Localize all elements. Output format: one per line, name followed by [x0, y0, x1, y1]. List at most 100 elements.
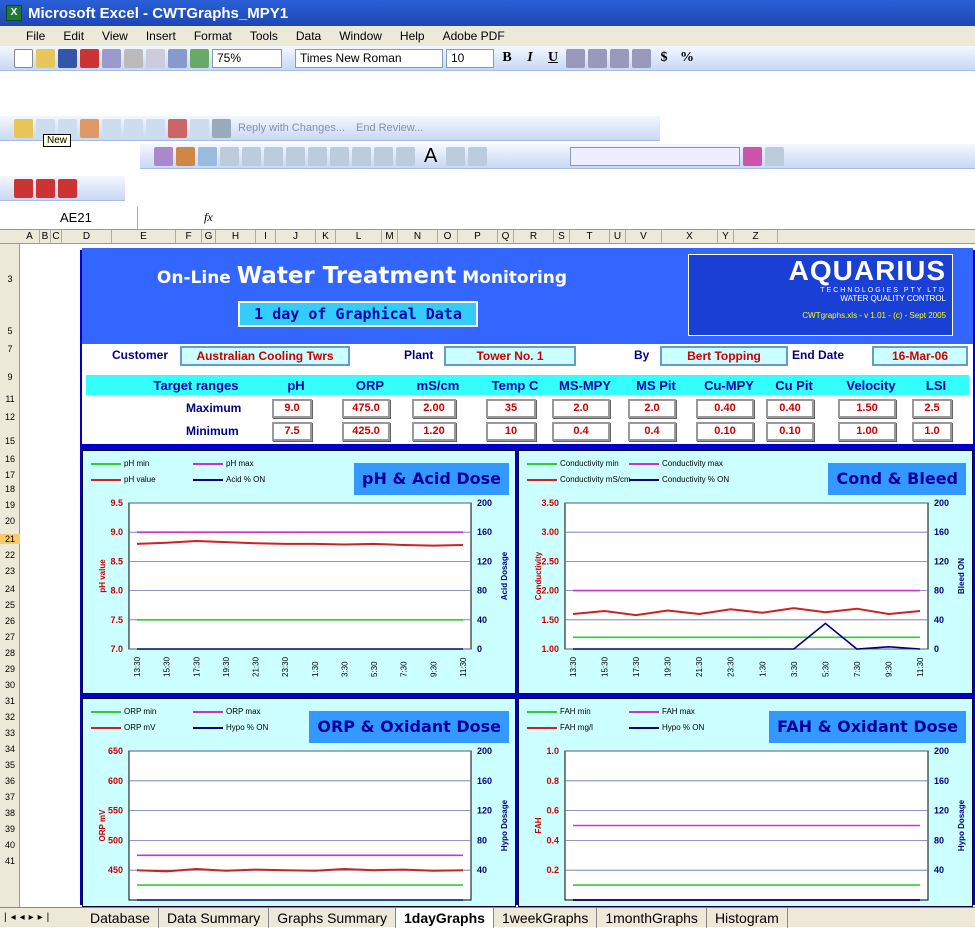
column-header[interactable]: B [40, 230, 51, 244]
forms-icon-1[interactable] [154, 146, 173, 166]
print-icon[interactable] [124, 48, 143, 68]
maximum-value[interactable]: 9.0 [272, 399, 312, 418]
chart-1[interactable]: 3.50 3.00 2.50 2.00 1.50 1.00 200 160 120 80 40 0 Co… [518, 450, 973, 694]
row-header[interactable]: 23 [0, 566, 20, 576]
row-header[interactable]: 19 [0, 500, 20, 510]
row-header[interactable]: 37 [0, 792, 20, 802]
merge-center-icon[interactable] [632, 48, 651, 68]
by-field[interactable]: Bert Topping [660, 346, 788, 366]
percent-button[interactable]: % [677, 50, 697, 66]
maximum-value[interactable]: 1.50 [838, 399, 896, 418]
column-header[interactable]: O [438, 230, 458, 244]
maximum-value[interactable]: 35 [486, 399, 536, 418]
new-icon[interactable] [14, 48, 33, 68]
minimum-value[interactable]: 10 [486, 422, 536, 441]
row-header[interactable]: 29 [0, 664, 20, 674]
chart-2[interactable]: 650 600 550 500 450 200 160 120 80 40 ORP mV Hypo D… [82, 698, 516, 907]
underline-button[interactable]: U [543, 50, 563, 66]
sheet-tab-data-summary[interactable]: Data Summary [159, 907, 270, 928]
column-header[interactable]: Y [718, 230, 734, 244]
column-header[interactable]: C [51, 230, 62, 244]
minimum-value[interactable]: 1.0 [912, 422, 952, 441]
checkbox-control-icon[interactable] [220, 146, 239, 166]
image-control-icon[interactable] [446, 146, 466, 166]
column-header[interactable]: M [382, 230, 398, 244]
row-header[interactable]: 39 [0, 824, 20, 834]
menu-file[interactable]: File [0, 29, 54, 43]
column-header[interactable]: R [514, 230, 554, 244]
menu-adobe-pdf[interactable]: Adobe PDF [434, 29, 514, 43]
column-header[interactable]: H [216, 230, 256, 244]
menu-insert[interactable]: Insert [137, 29, 185, 43]
sheet-tab-database[interactable]: Database [82, 907, 159, 928]
pdf-convert-icon[interactable] [14, 178, 33, 198]
more-controls-icon[interactable] [468, 146, 488, 166]
pdf-email-icon[interactable] [36, 178, 55, 198]
row-header[interactable]: 32 [0, 712, 20, 722]
menu-help[interactable]: Help [391, 29, 434, 43]
minimum-value[interactable]: 0.4 [552, 422, 610, 441]
column-header[interactable]: F [176, 230, 202, 244]
email-icon[interactable] [102, 48, 121, 68]
name-box[interactable]: AE21 [0, 206, 138, 229]
chart-wizard-icon[interactable] [190, 48, 209, 68]
minimum-value[interactable]: 425.0 [342, 422, 390, 441]
maximum-value[interactable]: 2.00 [412, 399, 456, 418]
column-header[interactable]: L [336, 230, 382, 244]
review-icon-5[interactable] [124, 118, 143, 138]
row-header[interactable]: 38 [0, 808, 20, 818]
review-icon-4[interactable] [102, 118, 121, 138]
row-header[interactable]: 17 [0, 470, 20, 480]
end-review-button[interactable]: End Review... [356, 122, 423, 134]
row-header[interactable]: 26 [0, 616, 20, 626]
row-header[interactable]: 31 [0, 696, 20, 706]
sheet-tab-graphs-summary[interactable]: Graphs Summary [269, 907, 396, 928]
column-header[interactable]: N [398, 230, 438, 244]
sheet-tab-1daygraphs[interactable]: 1dayGraphs [396, 907, 494, 928]
column-header[interactable]: E [112, 230, 176, 244]
chart-3[interactable]: 1.0 0.8 0.6 0.4 0.2 200 160 120 80 40 FAH Hypo Dosa… [518, 698, 973, 907]
column-header[interactable]: I [256, 230, 276, 244]
list-control-icon[interactable] [308, 146, 327, 166]
pdf-review-icon[interactable] [58, 178, 77, 198]
column-header[interactable]: S [554, 230, 570, 244]
font-select[interactable]: Times New Roman [295, 48, 443, 68]
row-header[interactable]: 21 [0, 534, 20, 544]
folder-icon[interactable] [14, 118, 33, 138]
column-header[interactable]: T [570, 230, 610, 244]
column-header[interactable]: D [62, 230, 112, 244]
plant-field[interactable]: Tower No. 1 [444, 346, 576, 366]
bold-button[interactable]: B [497, 50, 517, 66]
align-right-icon[interactable] [610, 48, 629, 68]
row-header[interactable]: 25 [0, 600, 20, 610]
row-header[interactable]: 28 [0, 648, 20, 658]
row-header[interactable]: 24 [0, 584, 20, 594]
align-center-icon[interactable] [588, 48, 607, 68]
customer-field[interactable]: Australian Cooling Twrs [180, 346, 350, 366]
column-header[interactable]: X [662, 230, 718, 244]
minimum-value[interactable]: 0.10 [766, 422, 814, 441]
menu-view[interactable]: View [93, 29, 137, 43]
row-header[interactable]: 7 [0, 344, 20, 354]
maximum-value[interactable]: 0.40 [696, 399, 754, 418]
column-header[interactable]: Q [498, 230, 514, 244]
minimum-value[interactable]: 7.5 [272, 422, 312, 441]
end-date-field[interactable]: 16-Mar-06 [872, 346, 968, 366]
maximum-value[interactable]: 2.0 [552, 399, 610, 418]
fill-color-icon[interactable] [743, 146, 763, 166]
column-header[interactable]: J [276, 230, 316, 244]
menu-tools[interactable]: Tools [241, 29, 287, 43]
forms-icon-2[interactable] [176, 146, 195, 166]
maximum-value[interactable]: 475.0 [342, 399, 390, 418]
minimum-value[interactable]: 1.20 [412, 422, 456, 441]
sheet-tab-1monthgraphs[interactable]: 1monthGraphs [597, 907, 707, 928]
align-left-icon[interactable] [566, 48, 585, 68]
row-header[interactable]: 40 [0, 840, 20, 850]
menu-edit[interactable]: Edit [54, 29, 93, 43]
row-header[interactable]: 41 [0, 856, 20, 866]
review-icon-3[interactable] [80, 118, 99, 138]
minimum-value[interactable]: 1.00 [838, 422, 896, 441]
print-preview-icon[interactable] [146, 48, 165, 68]
row-header[interactable]: 11 [0, 394, 20, 404]
review-icon-7[interactable] [168, 118, 187, 138]
